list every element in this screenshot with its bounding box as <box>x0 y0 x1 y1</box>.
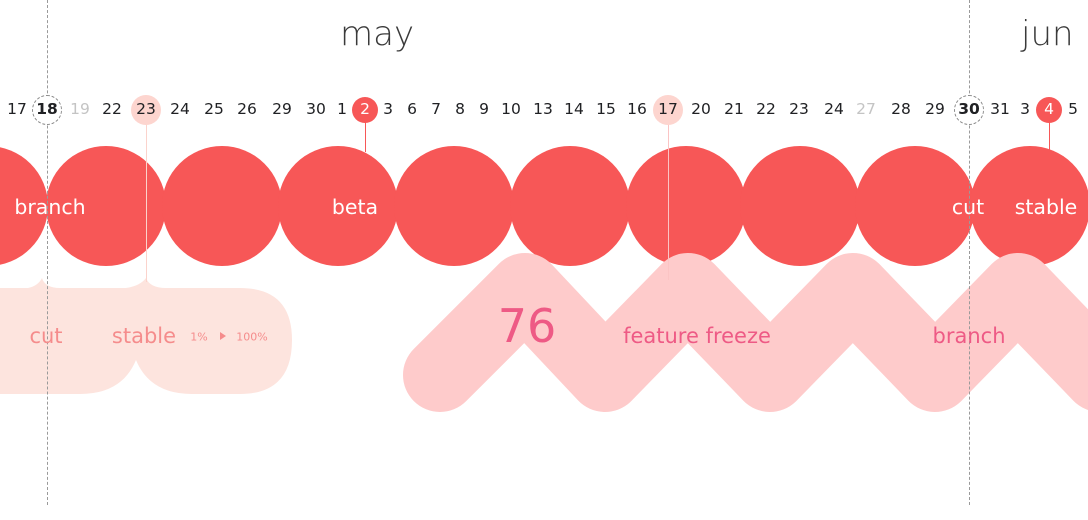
rollout-start: 1% <box>190 330 208 344</box>
rollout-end: 100% <box>236 330 268 344</box>
day-label: 17 <box>658 100 678 118</box>
day-label: 29 <box>272 100 292 118</box>
day-label: 20 <box>691 100 711 118</box>
day-label: 16 <box>627 100 647 118</box>
release-timeline: may jun 17 18 19 22 23 24 25 26 29 30 1 2 3 6 7 8 9 10 13 1… <box>0 0 1088 520</box>
main-release-track <box>0 146 1088 266</box>
day-label: 28 <box>891 100 911 118</box>
day-label: 27 <box>856 100 876 118</box>
track-label-beta: beta <box>331 195 379 219</box>
day-label: 19 <box>70 100 90 118</box>
day-label: 30 <box>958 100 980 118</box>
day-label: 24 <box>824 100 844 118</box>
day-label: 31 <box>990 100 1010 118</box>
day-label: 9 <box>479 100 489 118</box>
track-segment <box>394 146 514 266</box>
feature-freeze-stem <box>668 122 669 280</box>
day-label: 25 <box>204 100 224 118</box>
day-label: 8 <box>455 100 465 118</box>
track-label-branch: branch <box>14 195 86 219</box>
day-label: 23 <box>789 100 809 118</box>
track-segment <box>740 146 860 266</box>
day-label: 10 <box>501 100 521 118</box>
day-label: 13 <box>533 100 553 118</box>
day-label: 15 <box>596 100 616 118</box>
day-label: 14 <box>564 100 584 118</box>
prev-label-cut: cut <box>29 324 63 348</box>
day-label: 2 <box>360 100 370 118</box>
cut-guide-line <box>969 0 970 505</box>
day-label: 21 <box>724 100 744 118</box>
day-label: 7 <box>431 100 441 118</box>
day-label: 29 <box>925 100 945 118</box>
track-label-stable: stable <box>1014 195 1078 219</box>
release-version-number: 76 <box>497 299 557 353</box>
today-guide-line <box>47 0 48 505</box>
timeline-graphics <box>0 146 1088 412</box>
day-label: 3 <box>383 100 393 118</box>
day-label: 17 <box>7 100 27 118</box>
day-label: 24 <box>170 100 190 118</box>
prev-stable-stem <box>146 122 147 282</box>
day-label: 4 <box>1044 100 1054 118</box>
month-label-jun: jun <box>1021 14 1074 54</box>
next-label-feature-freeze: feature freeze <box>623 324 771 348</box>
track-segment <box>626 146 746 266</box>
day-label: 22 <box>102 100 122 118</box>
track-label-cut: cut <box>951 195 985 219</box>
day-label: 5 <box>1068 100 1078 118</box>
day-label: 23 <box>136 100 156 118</box>
rollout-arrow-icon <box>220 332 226 340</box>
day-label: 30 <box>306 100 326 118</box>
track-segment <box>162 146 282 266</box>
day-label: 3 <box>1020 100 1030 118</box>
day-label: 6 <box>407 100 417 118</box>
day-label: 22 <box>756 100 776 118</box>
next-label-branch: branch <box>932 324 1006 348</box>
prev-label-stable: stable <box>111 324 177 348</box>
day-label: 26 <box>237 100 257 118</box>
day-label: 1 <box>337 100 347 118</box>
month-label-may: may <box>340 14 415 54</box>
day-label: 18 <box>36 100 58 118</box>
track-segment <box>510 146 630 266</box>
